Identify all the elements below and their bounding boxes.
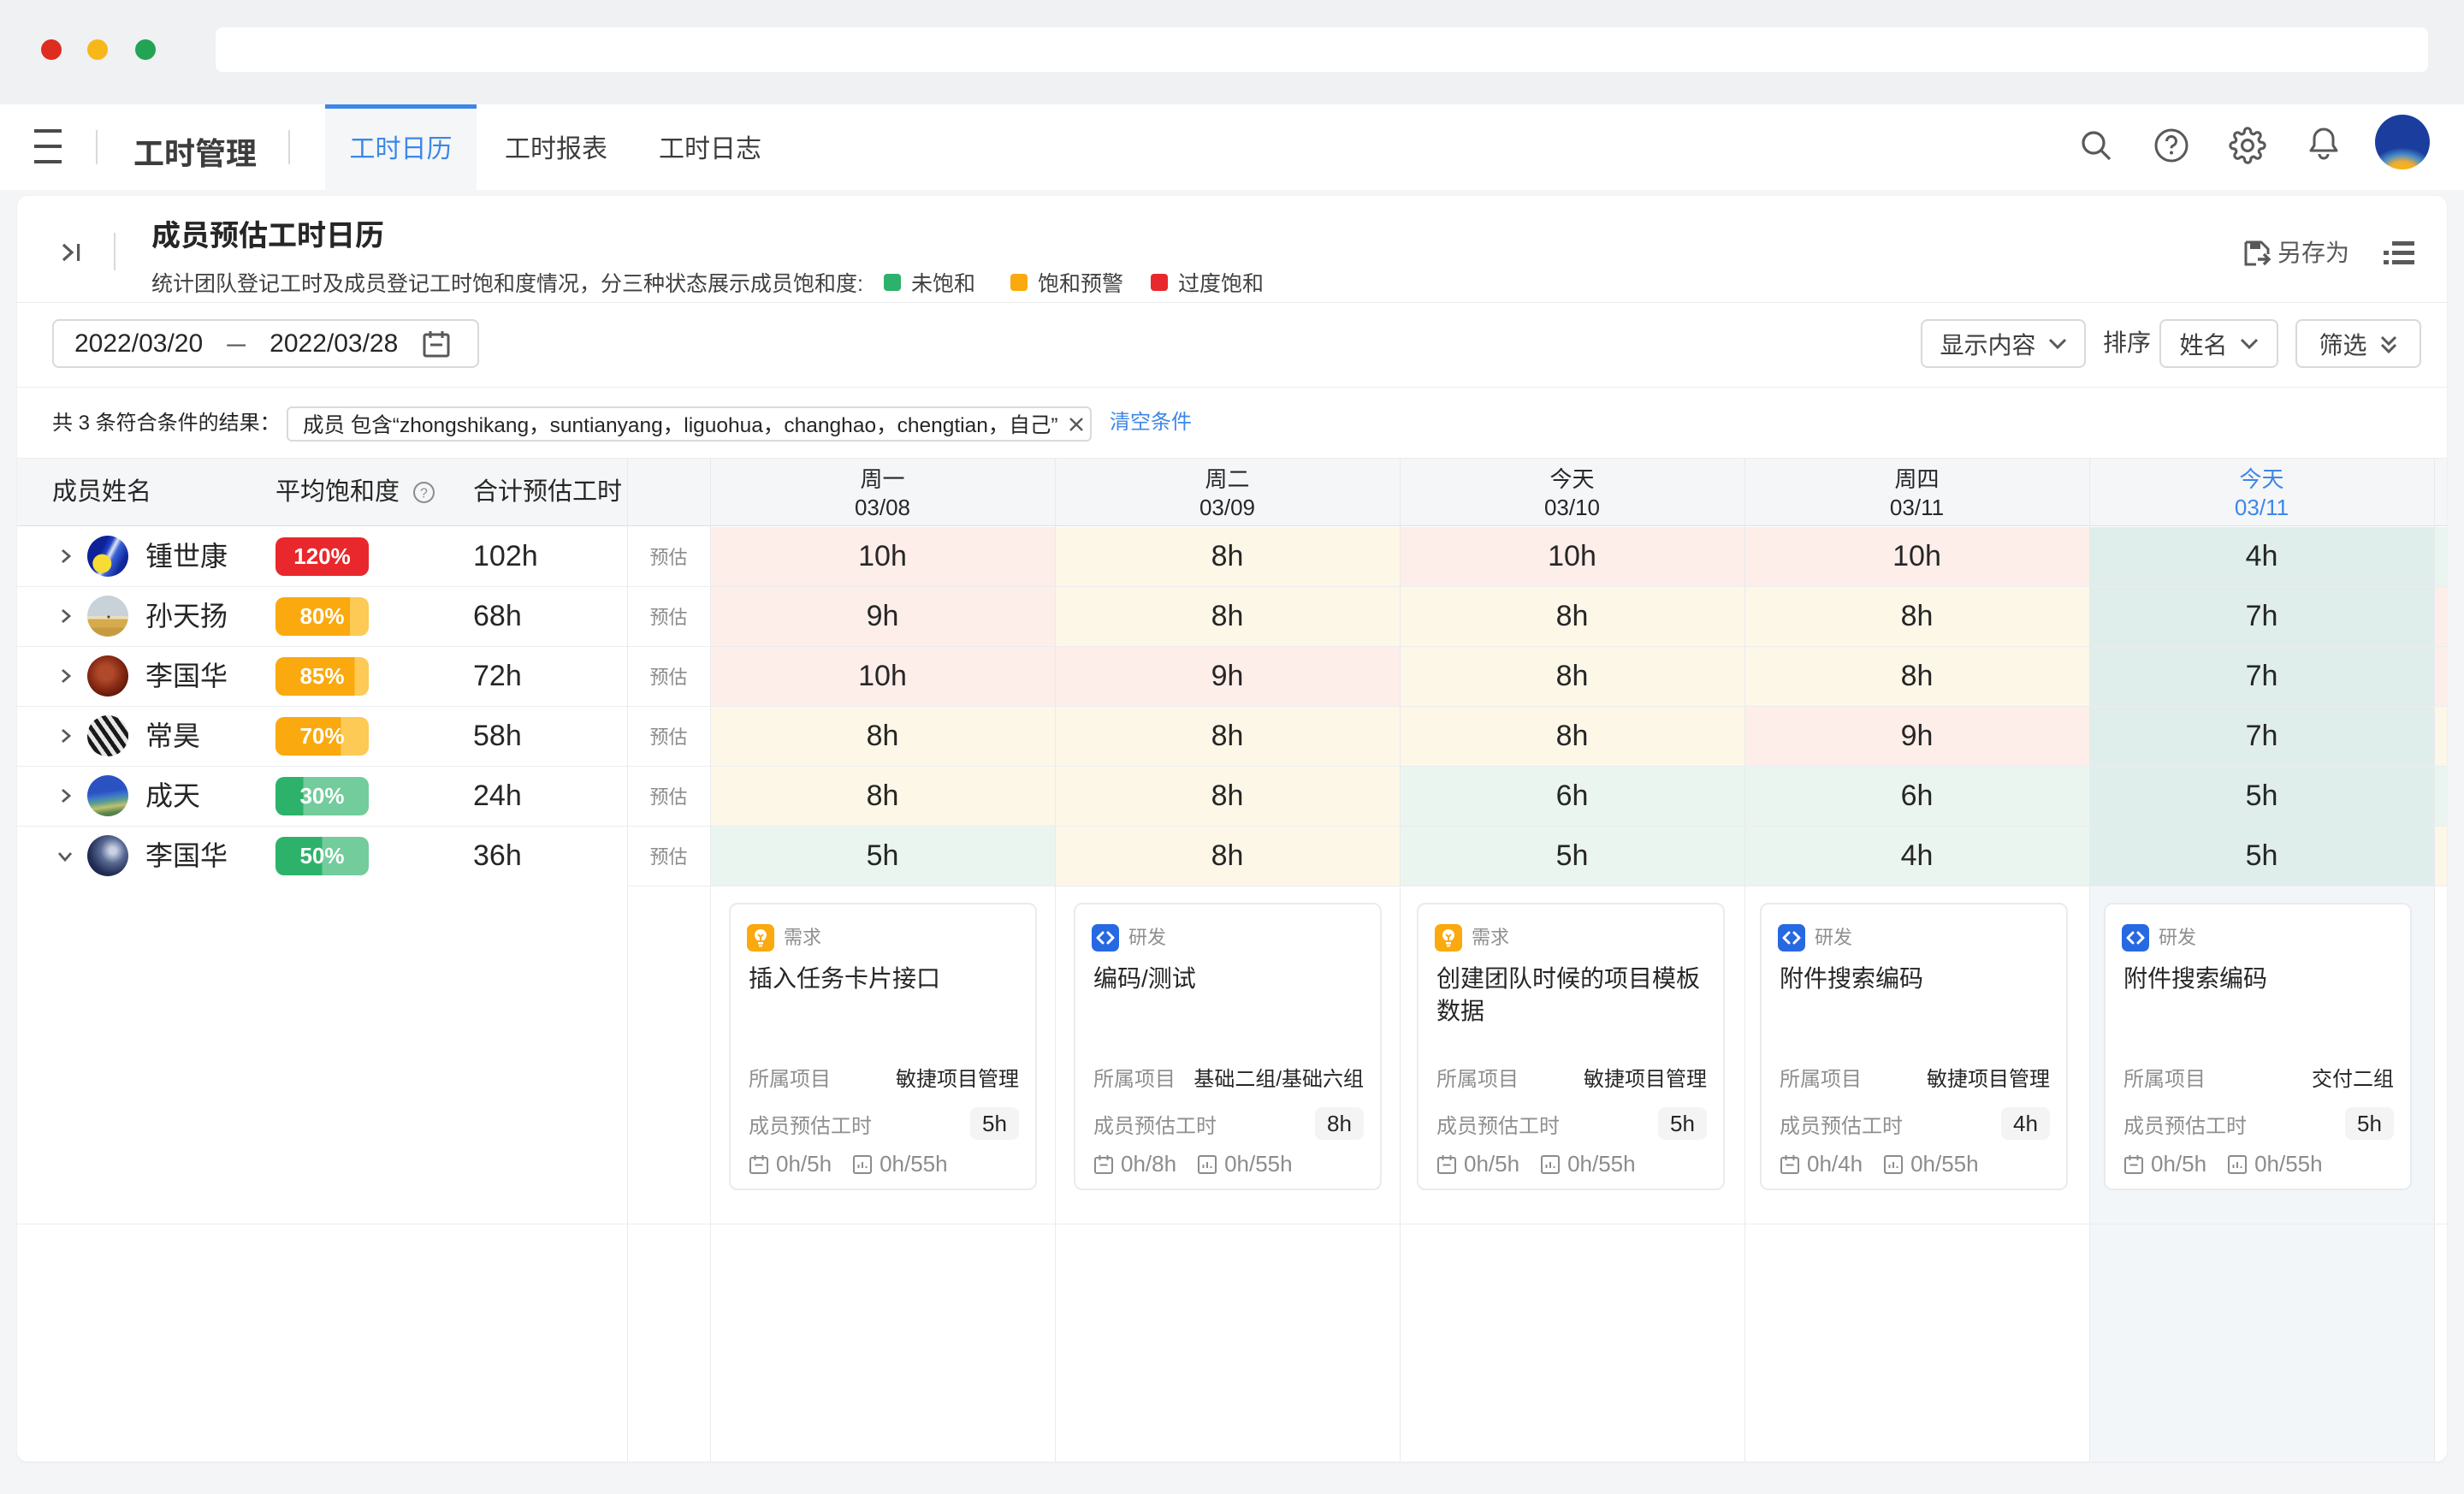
- svg-text:?: ?: [420, 487, 428, 501]
